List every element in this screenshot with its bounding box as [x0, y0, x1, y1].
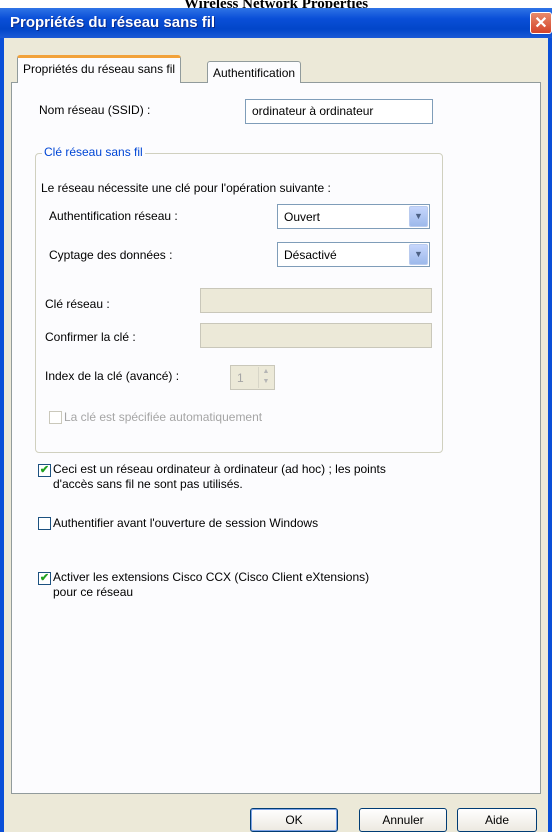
spin-up-icon[interactable]: ▲	[263, 368, 270, 375]
check-icon: ✔	[39, 572, 50, 584]
key-index-label: Index de la clé (avancé) :	[45, 369, 180, 383]
page-heading: Wireless Network Properties	[183, 0, 369, 8]
network-key-label: Clé réseau :	[45, 297, 110, 311]
auth-before-logon-checkbox[interactable]	[38, 517, 51, 530]
network-auth-label: Authentification réseau :	[49, 209, 178, 223]
chevron-down-icon[interactable]: ▼	[409, 244, 428, 265]
network-auth-select[interactable]: Ouvert ▼	[277, 204, 430, 229]
key-index-value: 1	[237, 371, 244, 385]
adhoc-label-line1: Ceci est un réseau ordinateur à ordinate…	[53, 462, 386, 476]
close-button[interactable]: ✕	[530, 12, 552, 34]
adhoc-checkbox[interactable]: ✔	[38, 464, 51, 477]
tab-wireless-properties[interactable]: Propriétés du réseau sans fil	[17, 55, 182, 83]
window-title: Propriétés du réseau sans fil	[10, 14, 216, 31]
cisco-ccx-label-line1: Activer les extensions Cisco CCX (Cisco …	[53, 570, 370, 584]
auto-key-checkbox[interactable]	[49, 411, 62, 424]
help-button[interactable]: Aide	[457, 808, 537, 832]
confirm-key-input[interactable]	[200, 323, 432, 348]
window-border-left	[0, 38, 4, 832]
key-index-spinner[interactable]: 1 ▲ ▼	[230, 365, 275, 390]
cisco-ccx-checkbox[interactable]: ✔	[38, 572, 51, 585]
close-icon: ✕	[534, 15, 548, 32]
ssid-label: Nom réseau (SSID) :	[39, 103, 151, 117]
tab-authentication[interactable]: Authentification	[207, 61, 302, 83]
encryption-select[interactable]: Désactivé ▼	[277, 242, 430, 267]
auto-key-label: La clé est spécifiée automatiquement	[64, 410, 263, 424]
encryption-value: Désactivé	[284, 248, 337, 262]
ok-button[interactable]: OK	[250, 808, 338, 832]
cisco-ccx-label-line2: pour ce réseau	[53, 585, 134, 599]
auth-before-logon-label: Authentifier avant l'ouverture de sessio…	[53, 516, 319, 530]
check-icon: ✔	[39, 464, 50, 476]
network-key-input[interactable]	[200, 288, 432, 313]
network-key-group-title: Clé réseau sans fil	[42, 145, 145, 159]
ssid-input[interactable]: ordinateur à ordinateur	[245, 99, 433, 124]
dialog-window: Propriétés du réseau sans fil ✕ Propriét…	[0, 8, 552, 832]
spin-down-icon[interactable]: ▼	[263, 378, 270, 385]
spinner-arrows-icon[interactable]: ▲ ▼	[258, 367, 273, 388]
chevron-down-icon[interactable]: ▼	[409, 206, 428, 227]
confirm-key-label: Confirmer la clé :	[45, 330, 136, 344]
key-requirement-text: Le réseau nécessite une clé pour l'opéra…	[41, 181, 331, 195]
window-border-right	[548, 38, 552, 832]
encryption-label: Cyptage des données :	[49, 248, 173, 262]
adhoc-label-line2: d'accès sans fil ne sont pas utilisés.	[53, 477, 243, 491]
cancel-button[interactable]: Annuler	[359, 808, 447, 832]
tab-panel: Nom réseau (SSID) : ordinateur à ordinat…	[11, 82, 541, 794]
title-bar[interactable]: Propriétés du réseau sans fil ✕	[0, 8, 552, 38]
network-auth-value: Ouvert	[284, 210, 321, 224]
